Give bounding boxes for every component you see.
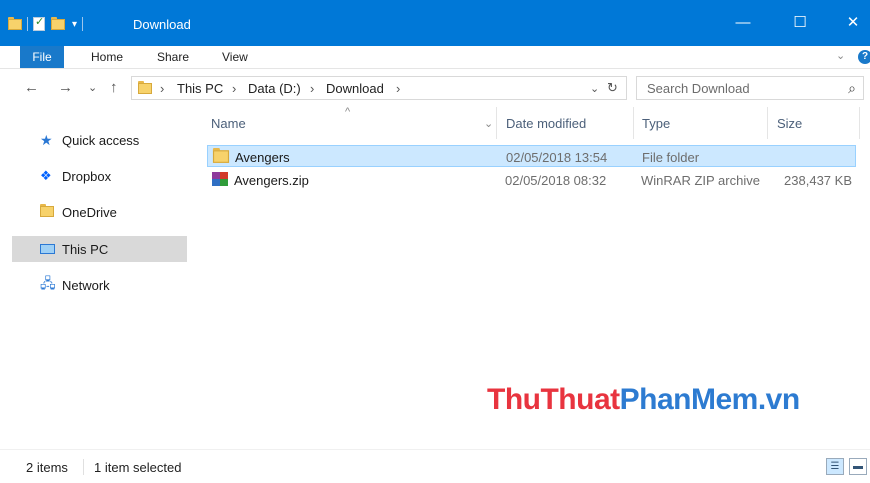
refresh-icon[interactable]: ↻ — [607, 80, 618, 96]
nav-item-dropbox[interactable]: ❖ Dropbox — [12, 163, 187, 189]
maximize-button[interactable]: ☐ — [790, 13, 810, 33]
nav-item-label: OneDrive — [62, 204, 117, 220]
breadcrumb-separator[interactable]: › — [310, 81, 314, 96]
breadcrumb-data-d[interactable]: Data (D:) — [248, 81, 301, 96]
recent-locations-button[interactable]: ⌄ — [88, 81, 97, 94]
column-header-type[interactable]: Type — [642, 116, 670, 131]
column-header-name[interactable]: Name — [211, 116, 246, 131]
breadcrumb-download[interactable]: Download — [326, 81, 384, 96]
ribbon-tabs: File Home Share View ⌄ ? — [0, 46, 870, 69]
search-icon[interactable]: ⌕ — [848, 80, 856, 97]
file-type: WinRAR ZIP archive — [641, 173, 760, 188]
properties-icon[interactable] — [33, 15, 45, 31]
search-box[interactable]: Search Download ⌕ — [636, 76, 864, 100]
nav-item-onedrive[interactable]: OneDrive — [12, 199, 187, 225]
customize-toolbar-icon[interactable]: ▾ — [72, 19, 77, 30]
nav-item-label: Dropbox — [62, 168, 112, 184]
star-icon: ★ — [40, 131, 53, 148]
file-name: Avengers.zip — [234, 173, 309, 188]
address-dropdown-icon[interactable]: ⌄ — [590, 82, 599, 95]
back-button[interactable]: ← — [24, 79, 39, 96]
tab-home[interactable]: Home — [91, 46, 123, 68]
file-date: 02/05/2018 08:32 — [505, 173, 607, 188]
nav-item-label: Network — [62, 277, 110, 293]
monitor-icon — [40, 241, 62, 257]
up-button[interactable]: ↑ — [110, 79, 118, 96]
quick-access-toolbar: ▾ — [8, 15, 88, 33]
minimize-button[interactable]: — — [733, 13, 753, 33]
file-type: File folder — [642, 150, 700, 165]
nav-item-quick-access[interactable]: ★ Quick access — [12, 127, 187, 153]
close-button[interactable]: ✕ — [843, 13, 863, 33]
nav-item-network[interactable]: 🖧 Network — [12, 272, 187, 298]
column-header-date[interactable]: Date modified — [506, 116, 586, 131]
item-count: 2 items — [26, 460, 68, 475]
selection-count: 1 item selected — [94, 460, 182, 475]
column-divider[interactable] — [633, 107, 634, 139]
expand-ribbon-icon[interactable]: ⌄ — [836, 49, 845, 62]
address-bar[interactable]: › This PC › Data (D:) › Download › ⌄ ↻ — [131, 76, 627, 100]
sort-ascending-icon: ^ — [345, 106, 351, 118]
winrar-icon — [212, 172, 228, 186]
table-row[interactable]: Avengers.zip 02/05/2018 08:32 WinRAR ZIP… — [207, 169, 856, 191]
breadcrumb-this-pc[interactable]: This PC — [177, 81, 223, 96]
tab-view[interactable]: View — [222, 46, 248, 68]
tab-file[interactable]: File — [20, 46, 64, 68]
dropbox-icon: ❖ — [40, 168, 52, 183]
search-input[interactable]: Search Download — [647, 81, 750, 96]
large-icons-view-icon[interactable]: ▬ — [849, 458, 867, 475]
details-view-icon[interactable]: ☰ — [826, 458, 844, 475]
separator — [83, 459, 84, 475]
column-divider[interactable] — [859, 107, 860, 139]
watermark: ThuThuatPhanMem.vn — [487, 383, 800, 417]
breadcrumb-separator[interactable]: › — [396, 81, 400, 96]
status-bar: 2 items 1 item selected ☰ ▬ — [0, 449, 870, 483]
watermark-part: PhanMem — [619, 383, 759, 416]
table-row[interactable]: Avengers 02/05/2018 13:54 File folder — [207, 145, 856, 167]
watermark-part: ThuThuat — [487, 383, 620, 416]
network-icon: 🖧 — [40, 275, 56, 291]
folder-icon — [40, 203, 62, 221]
separator — [82, 17, 84, 31]
window-title: Download — [133, 17, 191, 32]
breadcrumb-separator[interactable]: › — [160, 81, 164, 96]
column-filter-icon[interactable]: ⌄ — [484, 117, 493, 130]
title-bar: ▾ Download — ☐ ✕ — [0, 0, 870, 46]
new-folder-icon[interactable] — [51, 17, 65, 31]
breadcrumb-separator[interactable]: › — [232, 81, 236, 96]
nav-item-label: Quick access — [62, 132, 140, 148]
column-divider[interactable] — [767, 107, 768, 139]
nav-item-label: This PC — [62, 241, 109, 257]
column-divider[interactable] — [496, 107, 497, 139]
address-row: ← → ⌄ ↑ › This PC › Data (D:) › Download… — [0, 70, 870, 107]
file-name: Avengers — [235, 150, 290, 165]
column-headers: ^ Name ⌄ Date modified Type Size — [193, 106, 870, 139]
file-size: 238,437 KB — [784, 173, 852, 188]
folder-icon — [8, 17, 22, 31]
nav-item-this-pc[interactable]: This PC — [12, 236, 187, 262]
file-date: 02/05/2018 13:54 — [506, 150, 608, 165]
watermark-part: .vn — [757, 383, 800, 416]
separator — [27, 17, 28, 31]
forward-button[interactable]: → — [58, 79, 73, 96]
folder-icon — [138, 81, 152, 95]
navigation-pane: ★ Quick access ❖ Dropbox OneDrive This P… — [0, 107, 191, 449]
folder-icon — [212, 147, 230, 164]
column-header-size[interactable]: Size — [777, 116, 802, 131]
tab-share[interactable]: Share — [157, 46, 189, 68]
help-icon[interactable]: ? — [858, 50, 870, 64]
